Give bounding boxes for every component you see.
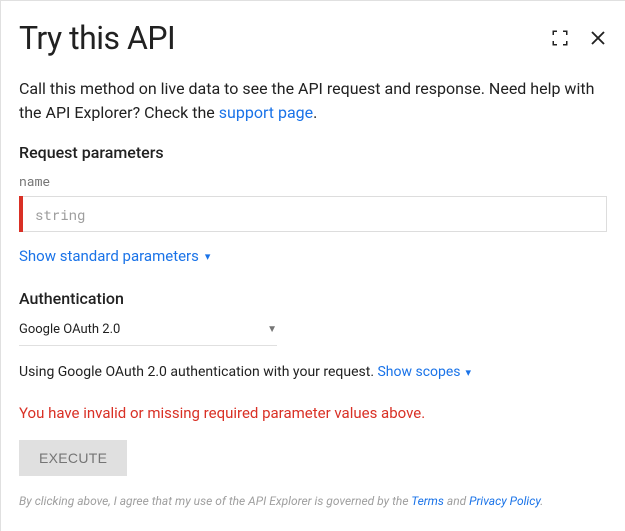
footer-and: and: [444, 494, 469, 508]
privacy-link[interactable]: Privacy Policy: [469, 494, 540, 508]
caret-down-icon: ▼: [267, 324, 277, 335]
show-standard-parameters-link[interactable]: Show standard parameters ▾: [19, 247, 210, 265]
param-input-wrapper: [19, 196, 607, 232]
footer-disclaimer: By clicking above, I agree that my use o…: [19, 494, 607, 508]
execute-button[interactable]: EXECUTE: [19, 440, 127, 476]
description-suffix: .: [313, 103, 317, 122]
auth-select-value: Google OAuth 2.0: [19, 322, 120, 337]
description-text: Call this method on live data to see the…: [19, 77, 607, 125]
chevron-down-icon: ▾: [205, 250, 211, 263]
auth-description: Using Google OAuth 2.0 authentication wi…: [19, 364, 607, 380]
validation-error: You have invalid or missing required par…: [19, 404, 607, 422]
auth-text-content: Using Google OAuth 2.0 authentication wi…: [19, 364, 377, 380]
request-params-heading: Request parameters: [19, 143, 607, 162]
show-scopes-link[interactable]: Show scopes ▾: [377, 364, 471, 380]
param-name-input[interactable]: [23, 196, 607, 232]
auth-select[interactable]: Google OAuth 2.0 ▼: [19, 318, 277, 346]
footer-before: By clicking above, I agree that my use o…: [19, 494, 411, 508]
auth-heading: Authentication: [19, 289, 607, 308]
try-api-panel: Try this API Call this method on live da…: [1, 1, 625, 518]
panel-header: Try this API: [19, 19, 607, 57]
header-actions: [551, 29, 607, 47]
param-name-label: name: [19, 172, 607, 190]
footer-after: .: [540, 494, 543, 508]
terms-link[interactable]: Terms: [411, 494, 444, 508]
panel-title: Try this API: [19, 19, 175, 57]
show-scopes-label: Show scopes: [377, 364, 460, 380]
fullscreen-icon[interactable]: [551, 29, 569, 47]
show-standard-label: Show standard parameters: [19, 247, 199, 265]
close-icon[interactable]: [589, 29, 607, 47]
chevron-down-icon: ▾: [466, 366, 472, 379]
support-page-link[interactable]: support page: [219, 103, 313, 122]
auth-section: Authentication Google OAuth 2.0 ▼ Using …: [19, 289, 607, 380]
